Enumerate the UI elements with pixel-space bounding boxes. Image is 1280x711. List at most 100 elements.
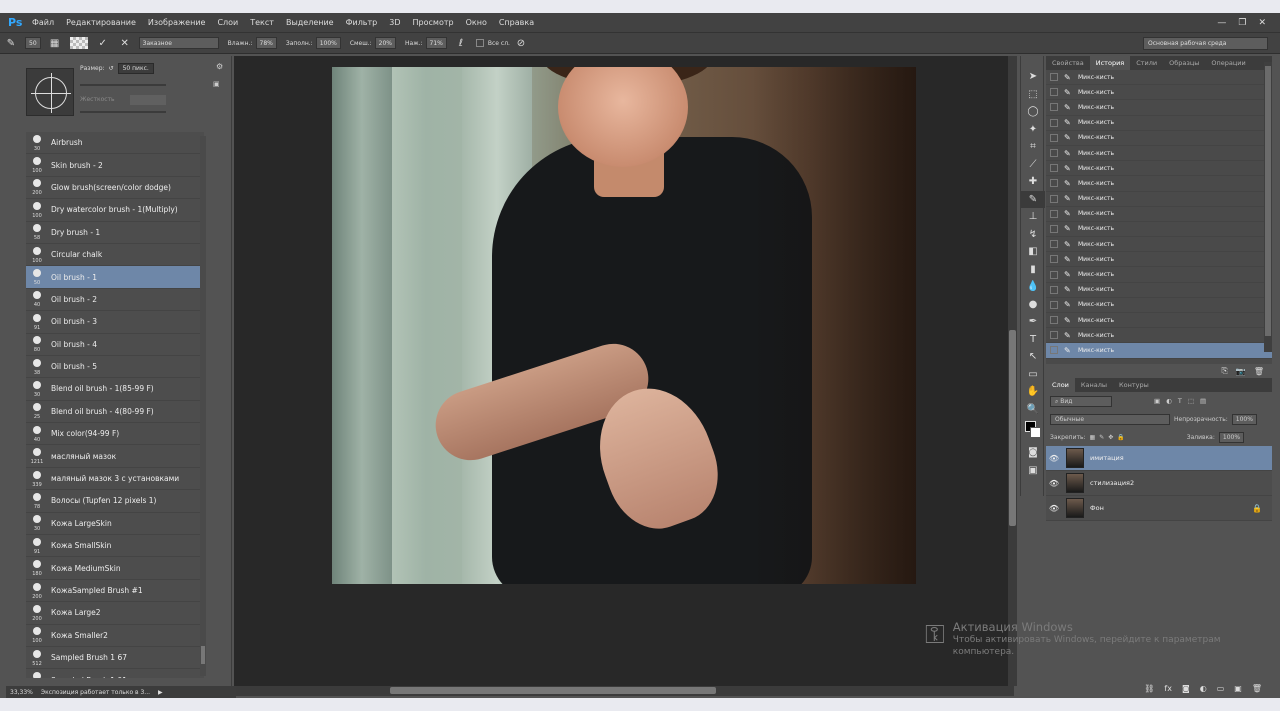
restore-icon[interactable]: ❐ — [1238, 18, 1246, 28]
opacity-input[interactable]: 100% — [1231, 413, 1257, 425]
layer-row[interactable]: 👁 имитация — [1046, 446, 1272, 471]
reset-size-icon[interactable]: ↺ — [109, 65, 114, 72]
workspace-select[interactable]: Основная рабочая среда — [1143, 37, 1268, 50]
mixer-brush-tool-icon[interactable]: ✎ — [4, 36, 18, 50]
hand-tool-icon[interactable]: ✋ — [1021, 383, 1045, 401]
tab-actions[interactable]: Операции — [1205, 56, 1251, 70]
color-swatches[interactable] — [1021, 418, 1045, 444]
clean-brush-icon[interactable]: ✓ — [96, 36, 110, 50]
brush-preset-item[interactable]: 512 Sampled Brush 1 67 — [26, 646, 204, 670]
history-source-checkbox[interactable] — [1050, 316, 1058, 325]
new-document-from-state-icon[interactable]: ⎘ — [1221, 366, 1227, 376]
zoom-level[interactable]: 33,33% — [10, 689, 33, 696]
brush-tool-icon[interactable]: ✎ — [1021, 190, 1045, 208]
history-source-checkbox[interactable] — [1050, 118, 1058, 127]
history-source-checkbox[interactable] — [1050, 149, 1058, 158]
document-canvas-area[interactable] — [234, 56, 1014, 696]
brush-preset-item[interactable]: 200 Glow brush(screen/color dodge) — [26, 176, 204, 200]
history-source-checkbox[interactable] — [1050, 255, 1058, 264]
brush-panel-toggle-icon[interactable]: ▦ — [48, 36, 62, 50]
brush-preset-item[interactable]: 100 Кожа Smaller2 — [26, 624, 204, 647]
menu-image[interactable]: Изображение — [142, 18, 212, 27]
panel-menu-icon[interactable]: ⚙ — [216, 62, 223, 71]
lock-pixels-icon[interactable]: ✎ — [1099, 434, 1104, 441]
wet-input[interactable]: 78% — [255, 37, 277, 49]
visibility-eye-icon[interactable]: 👁 — [1046, 454, 1062, 463]
lasso-tool-icon[interactable]: ◯ — [1021, 103, 1045, 121]
hardness-slider[interactable] — [80, 111, 166, 113]
menu-select[interactable]: Выделение — [280, 18, 340, 27]
history-source-checkbox[interactable] — [1050, 224, 1058, 233]
history-state[interactable]: ✎ Микс-кисть — [1046, 267, 1272, 283]
brush-preset-item[interactable]: 40 Mix color(94-99 F) — [26, 423, 204, 446]
brush-preset-item[interactable]: 1211 масляный мазок — [26, 445, 204, 468]
history-scrollbar[interactable] — [1264, 62, 1272, 352]
path-select-tool-icon[interactable]: ↖ — [1021, 348, 1045, 366]
history-state[interactable]: ✎ Микс-кисть — [1046, 328, 1272, 344]
stamp-tool-icon[interactable]: ⊥ — [1021, 208, 1045, 226]
history-source-checkbox[interactable] — [1050, 133, 1058, 142]
history-brush-tool-icon[interactable]: ↯ — [1021, 226, 1045, 244]
link-layers-icon[interactable]: ⛓ — [1144, 684, 1154, 696]
eyedropper-tool-icon[interactable]: ⟋ — [1021, 156, 1045, 174]
lock-transparent-icon[interactable]: ▦ — [1090, 434, 1096, 441]
filter-shape-icon[interactable]: ⬚ — [1188, 397, 1194, 405]
blur-tool-icon[interactable]: 💧 — [1021, 278, 1045, 296]
menu-view[interactable]: Просмотр — [407, 18, 460, 27]
dodge-tool-icon[interactable]: ● — [1021, 296, 1045, 314]
brush-size-picker[interactable]: 50 — [25, 37, 41, 49]
history-source-checkbox[interactable] — [1050, 300, 1058, 309]
brush-preset-item[interactable]: 40 Oil brush - 2 — [26, 288, 204, 312]
type-tool-icon[interactable]: T — [1021, 331, 1045, 349]
snapshot-icon[interactable]: 📷 — [1236, 367, 1246, 376]
mix-input[interactable]: 20% — [374, 37, 397, 49]
brush-preset-item[interactable]: 100 Circular chalk — [26, 243, 204, 267]
canvas-horizontal-scroll-thumb[interactable] — [390, 687, 716, 694]
size-slider[interactable] — [80, 84, 166, 86]
healing-tool-icon[interactable]: ✚ — [1021, 173, 1045, 191]
fx-icon[interactable]: fx — [1164, 684, 1172, 696]
tab-styles[interactable]: Стили — [1130, 56, 1163, 70]
delete-layer-icon[interactable]: 🗑 — [1252, 684, 1262, 696]
minimize-icon[interactable]: — — [1217, 18, 1226, 28]
quick-select-tool-icon[interactable]: ✦ — [1021, 121, 1045, 139]
new-preset-icon[interactable]: ▣ — [213, 80, 220, 88]
history-source-checkbox[interactable] — [1050, 270, 1058, 279]
brush-preset-item[interactable]: 38 Oil brush - 5 — [26, 355, 204, 379]
history-state[interactable]: ✎ Микс-кисть — [1046, 237, 1272, 253]
menu-text[interactable]: Текст — [244, 18, 280, 27]
filter-smart-icon[interactable]: ▤ — [1200, 397, 1206, 405]
history-state[interactable]: ✎ Микс-кисть — [1046, 146, 1272, 162]
brush-preset-item[interactable]: 58 Dry brush - 1 — [26, 221, 204, 244]
history-source-checkbox[interactable] — [1050, 103, 1058, 112]
brush-preset-item[interactable]: 91 Кожа SmallSkin — [26, 535, 204, 558]
history-state[interactable]: ✎ Микс-кисть — [1046, 192, 1272, 207]
tab-properties[interactable]: Свойства — [1046, 56, 1090, 70]
quick-mask-icon[interactable]: ◙ — [1021, 444, 1045, 462]
brush-preset-item[interactable]: 50 Oil brush - 1 — [26, 266, 204, 289]
tab-history[interactable]: История — [1089, 56, 1131, 70]
tab-paths[interactable]: Контуры — [1113, 378, 1155, 392]
filter-adjust-icon[interactable]: ◐ — [1166, 397, 1172, 405]
history-source-checkbox[interactable] — [1050, 285, 1058, 294]
zoom-tool-icon[interactable]: 🔍 — [1021, 401, 1045, 419]
history-state[interactable]: ✎ Микс-кисть — [1046, 131, 1272, 146]
brush-preset-item[interactable]: 30 Кожа LargeSkin — [26, 512, 204, 536]
tab-layers[interactable]: Слои — [1046, 378, 1075, 392]
mix-mode-select[interactable]: Заказное — [138, 37, 219, 49]
history-state[interactable]: ✎ Микс-кисть — [1046, 252, 1272, 268]
brush-preset-item[interactable]: 200 Кожа Large2 — [26, 602, 204, 625]
sample-all-checkbox[interactable] — [475, 39, 484, 47]
history-source-checkbox[interactable] — [1050, 346, 1058, 355]
menu-window[interactable]: Окно — [460, 18, 493, 27]
history-state[interactable]: ✎ Микс-кисть — [1046, 116, 1272, 131]
brush-preset-item[interactable]: 30 Blend oil brush - 1(85-99 F) — [26, 378, 204, 401]
history-state[interactable]: ✎ Микс-кисть — [1046, 85, 1272, 101]
history-state[interactable]: ✎ Микс-кисть — [1046, 176, 1272, 192]
menu-3d[interactable]: 3D — [383, 18, 406, 27]
history-state[interactable]: ✎ Микс-кисть — [1046, 100, 1272, 116]
fill-input[interactable]: 100% — [1218, 431, 1245, 443]
brush-preset-item[interactable]: 200 КожаSampled Brush #1 — [26, 579, 204, 603]
shape-tool-icon[interactable]: ▭ — [1021, 366, 1045, 384]
menu-layers[interactable]: Слои — [211, 18, 244, 27]
